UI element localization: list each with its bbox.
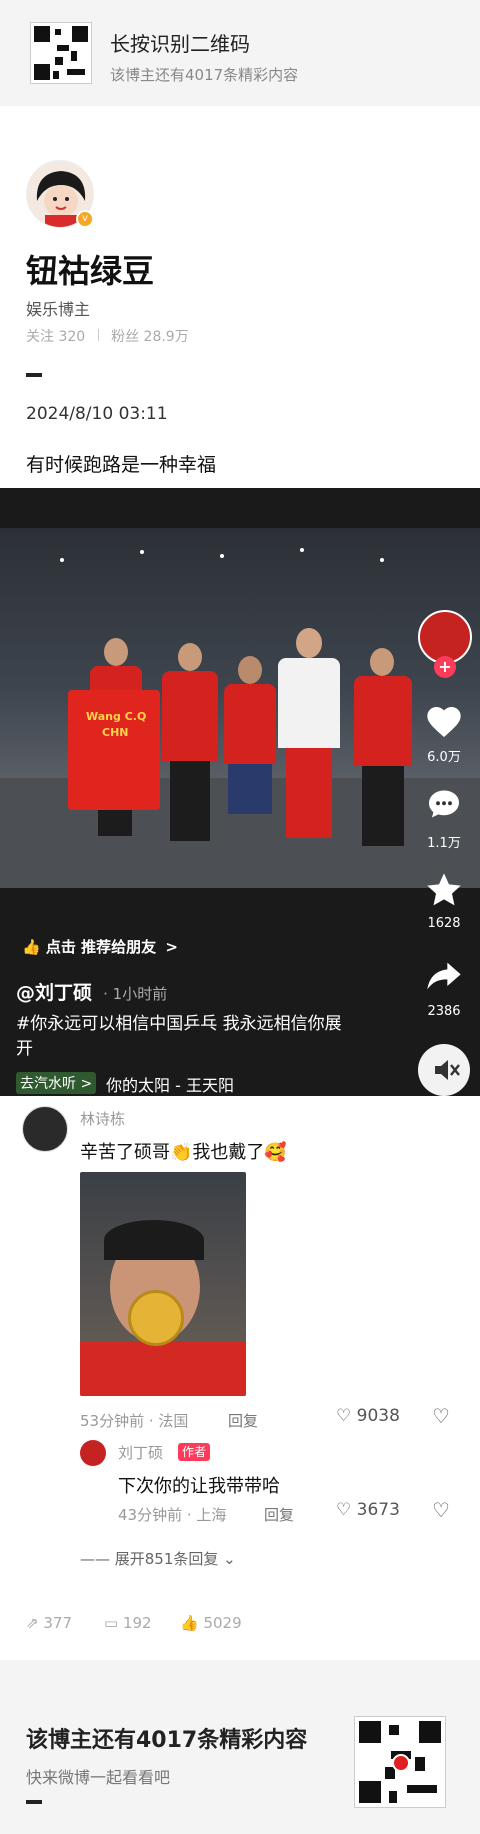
profile-stats: 关注 320 粉丝 28.9万 (26, 326, 189, 346)
share-icon[interactable] (424, 956, 464, 996)
top-banner-subtitle: 该博主还有4017条精彩内容 (110, 66, 299, 84)
light (60, 558, 64, 562)
like-stat[interactable]: 👍 5029 (180, 1614, 242, 1632)
author-avatar[interactable] (80, 1440, 106, 1466)
video-caption[interactable]: #你永远可以相信中国乒乓 我永远相信你展开 (16, 1012, 356, 1062)
shirt-text-1: Wang C.Q (86, 710, 147, 723)
comment-like-count: 9038 (356, 1406, 400, 1426)
heart-icon[interactable] (424, 702, 464, 742)
video-author[interactable]: @刘丁硕 (16, 982, 92, 1004)
heart-outline-icon: ♡ (336, 1406, 352, 1426)
commenter-name[interactable]: 林诗栋 (80, 1108, 125, 1129)
top-banner: 长按识别二维码 该博主还有4017条精彩内容 (0, 0, 480, 106)
post-text: 有时候跑路是一种幸福 (26, 454, 217, 476)
reply-like-count: 3673 (356, 1500, 400, 1520)
reply-text: 下次你的让我带带哈 (118, 1476, 280, 1497)
share-count: 2386 (427, 1004, 461, 1019)
reply-author-name[interactable]: 刘丁硕 (118, 1442, 163, 1463)
favorite-count: 1628 (427, 916, 461, 931)
comment-outline-icon: ▭ (104, 1614, 119, 1632)
video-player[interactable]: Wang C.Q CHN + 6.0万 1.1万 1628 2386 👍 点击 … (0, 488, 480, 1096)
post-date: 2024/8/10 03:11 (26, 404, 168, 424)
video-time: · 1小时前 (103, 985, 168, 1003)
star-icon[interactable] (424, 870, 464, 910)
light (300, 548, 304, 552)
person (352, 648, 414, 848)
follow-label: 关注 (26, 329, 54, 345)
mute-icon[interactable] (418, 1044, 470, 1096)
person (222, 656, 278, 846)
comment-stat[interactable]: ▭ 192 (104, 1614, 152, 1632)
reply-reply-button[interactable]: 回复 (264, 1504, 294, 1525)
recommend-label: 点击 推荐给朋友 (45, 938, 157, 956)
like-count: 6.0万 (427, 750, 461, 765)
video-frame: Wang C.Q CHN (0, 528, 480, 888)
profile-role: 娱乐博主 (26, 300, 91, 319)
profile-section: v 钮祜绿豆 娱乐博主 关注 320 粉丝 28.9万 2024/8/10 03… (0, 106, 480, 488)
comment-icon[interactable] (426, 786, 462, 822)
thumb-outline-icon: 👍 (180, 1614, 199, 1632)
stats-divider (97, 329, 99, 341)
video-author-line: @刘丁硕 · 1小时前 (16, 978, 167, 1005)
comment-like-button[interactable]: ♡ 9038 (336, 1406, 400, 1426)
comment-image[interactable] (80, 1172, 246, 1396)
comment-stat-count: 192 (122, 1614, 152, 1632)
reply-like-button[interactable]: ♡ 3673 (336, 1500, 400, 1520)
red-shirt: Wang C.Q CHN (68, 690, 160, 810)
profile-name: 钮祜绿豆 (26, 252, 155, 290)
comment-count: 1.1万 (427, 836, 461, 851)
bottom-divider (26, 1800, 42, 1804)
repost-count: 377 (43, 1614, 72, 1632)
qr-code-icon[interactable] (30, 22, 92, 84)
light (140, 550, 144, 554)
follow-count: 320 (58, 329, 86, 345)
music-tag[interactable]: 去汽水听 > (16, 1072, 97, 1094)
shirt-text-2: CHN (102, 726, 129, 739)
dislike-icon[interactable]: ♡ (432, 1404, 450, 1428)
music-title[interactable]: 你的太阳 - 王天阳 (106, 1072, 234, 1096)
bottom-banner-title: 该博主还有4017条精彩内容 (26, 1728, 308, 1753)
qr-code-icon[interactable] (354, 1716, 446, 1808)
chevron-right-icon: > (165, 938, 178, 956)
fans-label: 粉丝 (111, 329, 140, 345)
reply-button[interactable]: 回复 (228, 1410, 258, 1431)
heart-outline-icon: ♡ (336, 1500, 352, 1520)
recommend-prompt[interactable]: 👍 点击 推荐给朋友 > (22, 936, 178, 957)
comment-meta: 53分钟前 · 法国 (80, 1412, 189, 1430)
light (220, 554, 224, 558)
repost-icon: ⇗ (26, 1614, 39, 1632)
fans-count: 28.9万 (143, 329, 189, 345)
repost-stat[interactable]: ⇗ 377 (26, 1614, 72, 1632)
comment-section: 林诗栋 辛苦了硕哥👏我也戴了🥰 53分钟前 · 法国 回复 ♡ 9038 ♡ 刘… (0, 1096, 480, 1660)
thumb-icon: 👍 (22, 938, 41, 956)
person (276, 628, 342, 848)
dislike-icon[interactable]: ♡ (432, 1498, 450, 1522)
reply-meta: 43分钟前 · 上海 (118, 1506, 227, 1524)
comment-text: 辛苦了硕哥👏我也戴了🥰 (80, 1142, 287, 1163)
bottom-banner-subtitle: 快来微博一起看看吧 (26, 1768, 171, 1787)
commenter-avatar[interactable] (22, 1106, 68, 1152)
bottom-banner: 该博主还有4017条精彩内容 快来微博一起看看吧 (0, 1660, 480, 1834)
top-banner-title: 长按识别二维码 (110, 32, 250, 56)
follow-plus-icon[interactable]: + (434, 656, 456, 678)
light (380, 558, 384, 562)
verified-badge-icon: v (76, 210, 94, 228)
author-badge: 作者 (178, 1443, 211, 1461)
section-divider (26, 373, 42, 377)
person (160, 643, 220, 843)
expand-replies[interactable]: —— 展开851条回复 ⌄ (80, 1548, 236, 1569)
like-stat-count: 5029 (203, 1614, 242, 1632)
